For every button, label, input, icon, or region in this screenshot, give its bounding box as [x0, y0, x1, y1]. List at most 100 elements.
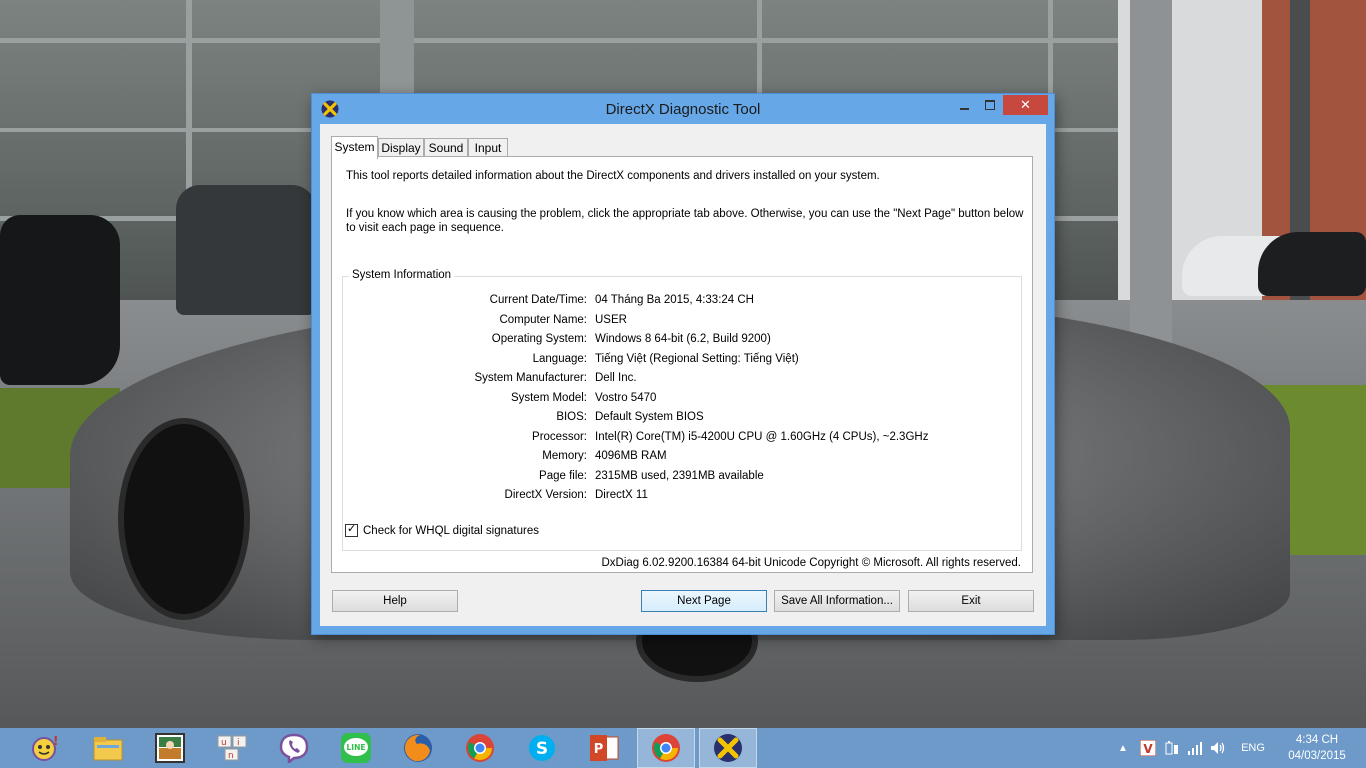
- close-button[interactable]: ✕: [1003, 95, 1048, 115]
- info-label: Language:: [532, 352, 587, 365]
- show-hidden-icons-button[interactable]: ▲: [1116, 728, 1130, 768]
- title-bar[interactable]: DirectX Diagnostic Tool ✕: [312, 94, 1054, 124]
- clock-time: 4:34 CH: [1295, 734, 1339, 746]
- file-explorer-icon: [93, 737, 123, 761]
- skype-icon: S: [529, 735, 555, 761]
- svg-text:P: P: [594, 742, 604, 757]
- taskbar-directx[interactable]: [699, 728, 757, 768]
- info-value: Dell Inc.: [595, 372, 637, 384]
- taskbar-yahoo-messenger[interactable]: !: [17, 728, 75, 768]
- wallpaper-black-car: [0, 215, 120, 385]
- taskbar: ! u i n LINE S P ▲ V ENG 4:34 CH 04/03/2…: [0, 728, 1366, 768]
- speaker-icon: [1211, 742, 1225, 754]
- info-label: DirectX Version:: [504, 489, 587, 501]
- minimize-button[interactable]: [951, 95, 977, 115]
- info-value: Windows 8 64-bit (6.2, Build 9200): [595, 333, 771, 345]
- tray-network[interactable]: [1185, 728, 1205, 768]
- directx-icon: [714, 734, 742, 762]
- taskbar-chrome-window[interactable]: [637, 728, 695, 768]
- wallpaper-pole: [1130, 0, 1172, 362]
- line-icon: LINE: [341, 733, 371, 763]
- maximize-button[interactable]: [977, 95, 1003, 115]
- info-label: System Manufacturer:: [474, 372, 587, 384]
- powerpoint-icon: P: [590, 735, 619, 761]
- tab-display[interactable]: Display: [378, 138, 424, 157]
- tray-unikey[interactable]: V: [1138, 728, 1158, 768]
- firefox-icon: [404, 734, 432, 762]
- window-title: DirectX Diagnostic Tool: [605, 101, 761, 118]
- info-label: Operating System:: [491, 333, 587, 345]
- minimize-icon: [959, 108, 969, 110]
- taskbar-powerpoint[interactable]: P: [575, 728, 633, 768]
- svg-text:!: !: [53, 735, 58, 748]
- taskbar-reading-app[interactable]: [141, 728, 199, 768]
- tray-power[interactable]: [1162, 728, 1182, 768]
- unikey-icon: u i n: [217, 735, 247, 761]
- info-value: Default System BIOS: [595, 411, 704, 423]
- help-button[interactable]: Help: [332, 590, 458, 612]
- save-all-information-button[interactable]: Save All Information...: [774, 590, 900, 612]
- taskbar-line[interactable]: LINE: [327, 728, 385, 768]
- system-tab-panel: This tool reports detailed information a…: [331, 156, 1033, 573]
- next-page-button[interactable]: Next Page: [641, 590, 767, 612]
- tab-sound[interactable]: Sound: [424, 138, 468, 157]
- instructions-text: If you know which area is causing the pr…: [346, 208, 1024, 234]
- svg-text:u: u: [221, 738, 227, 748]
- whql-checkbox-label[interactable]: Check for WHQL digital signatures: [363, 525, 539, 537]
- info-value: 4096MB RAM: [595, 450, 667, 462]
- yahoo-messenger-icon: !: [32, 735, 58, 761]
- tab-system[interactable]: System: [331, 136, 378, 159]
- whql-checkbox[interactable]: ✓: [345, 523, 358, 537]
- exit-button[interactable]: Exit: [908, 590, 1034, 612]
- info-value: 2315MB used, 2391MB available: [595, 469, 764, 482]
- tray-volume[interactable]: [1208, 728, 1228, 768]
- wallpaper-suv: [176, 185, 316, 315]
- info-label: Processor:: [532, 430, 587, 443]
- svg-text:i: i: [237, 738, 240, 748]
- directx-diagnostic-window: DirectX Diagnostic Tool ✕ System Display…: [312, 94, 1054, 634]
- info-label: Computer Name:: [499, 313, 587, 326]
- wallpaper-wheel: [118, 418, 250, 620]
- line-icon-label: LINE: [347, 743, 366, 752]
- info-label: System Model:: [510, 391, 587, 404]
- wallpaper-dark-car: [1258, 232, 1366, 296]
- taskbar-file-explorer[interactable]: [79, 728, 137, 768]
- tab-input[interactable]: Input: [468, 138, 508, 157]
- whql-checkbox-row[interactable]: ✓ Check for WHQL digital signatures: [345, 523, 539, 537]
- wallpaper-mullion: [0, 38, 1120, 43]
- clock-date: 04/03/2015: [1288, 750, 1346, 762]
- svg-text:V: V: [1143, 742, 1153, 756]
- input-language-indicator[interactable]: ENG: [1236, 728, 1270, 768]
- info-label: Page file:: [539, 469, 587, 482]
- wallpaper-mullion: [757, 0, 762, 100]
- close-icon: ✕: [1020, 97, 1031, 113]
- system-information-group: System Information Current Date/Time: 04…: [342, 269, 1022, 551]
- taskbar-viber[interactable]: [265, 728, 323, 768]
- chrome-icon: [652, 734, 680, 762]
- battery-icon: [1165, 741, 1178, 755]
- group-title: System Information: [349, 269, 455, 281]
- info-label: Memory:: [542, 450, 587, 462]
- chevron-up-icon: ▲: [1118, 742, 1128, 754]
- unikey-tray-icon: V: [1140, 740, 1156, 756]
- info-value: 04 Tháng Ba 2015, 4:33:24 CH: [595, 294, 754, 306]
- info-value: DirectX 11: [595, 489, 648, 501]
- taskbar-firefox[interactable]: [389, 728, 447, 768]
- window-client-area: System Display Sound Input This tool rep…: [320, 124, 1046, 626]
- svg-text:n: n: [228, 751, 234, 761]
- info-value: Intel(R) Core(TM) i5-4200U CPU @ 1.60GHz…: [595, 430, 929, 443]
- intro-text: This tool reports detailed information a…: [346, 170, 880, 182]
- chrome-icon: [466, 734, 494, 762]
- taskbar-clock[interactable]: 4:34 CH 04/03/2015: [1278, 732, 1356, 764]
- viber-icon: [279, 733, 309, 763]
- taskbar-unikey[interactable]: u i n: [203, 728, 261, 768]
- info-label: Current Date/Time:: [489, 294, 587, 306]
- reading-app-icon: [155, 733, 185, 763]
- taskbar-skype[interactable]: S: [513, 728, 571, 768]
- maximize-icon: [985, 100, 995, 110]
- wifi-signal-icon: [1188, 742, 1202, 755]
- info-value: Tiếng Việt (Regional Setting: Tiếng Việt…: [595, 352, 799, 365]
- checkmark-icon: ✓: [347, 523, 357, 535]
- info-label: BIOS:: [556, 411, 587, 423]
- taskbar-chrome[interactable]: [451, 728, 509, 768]
